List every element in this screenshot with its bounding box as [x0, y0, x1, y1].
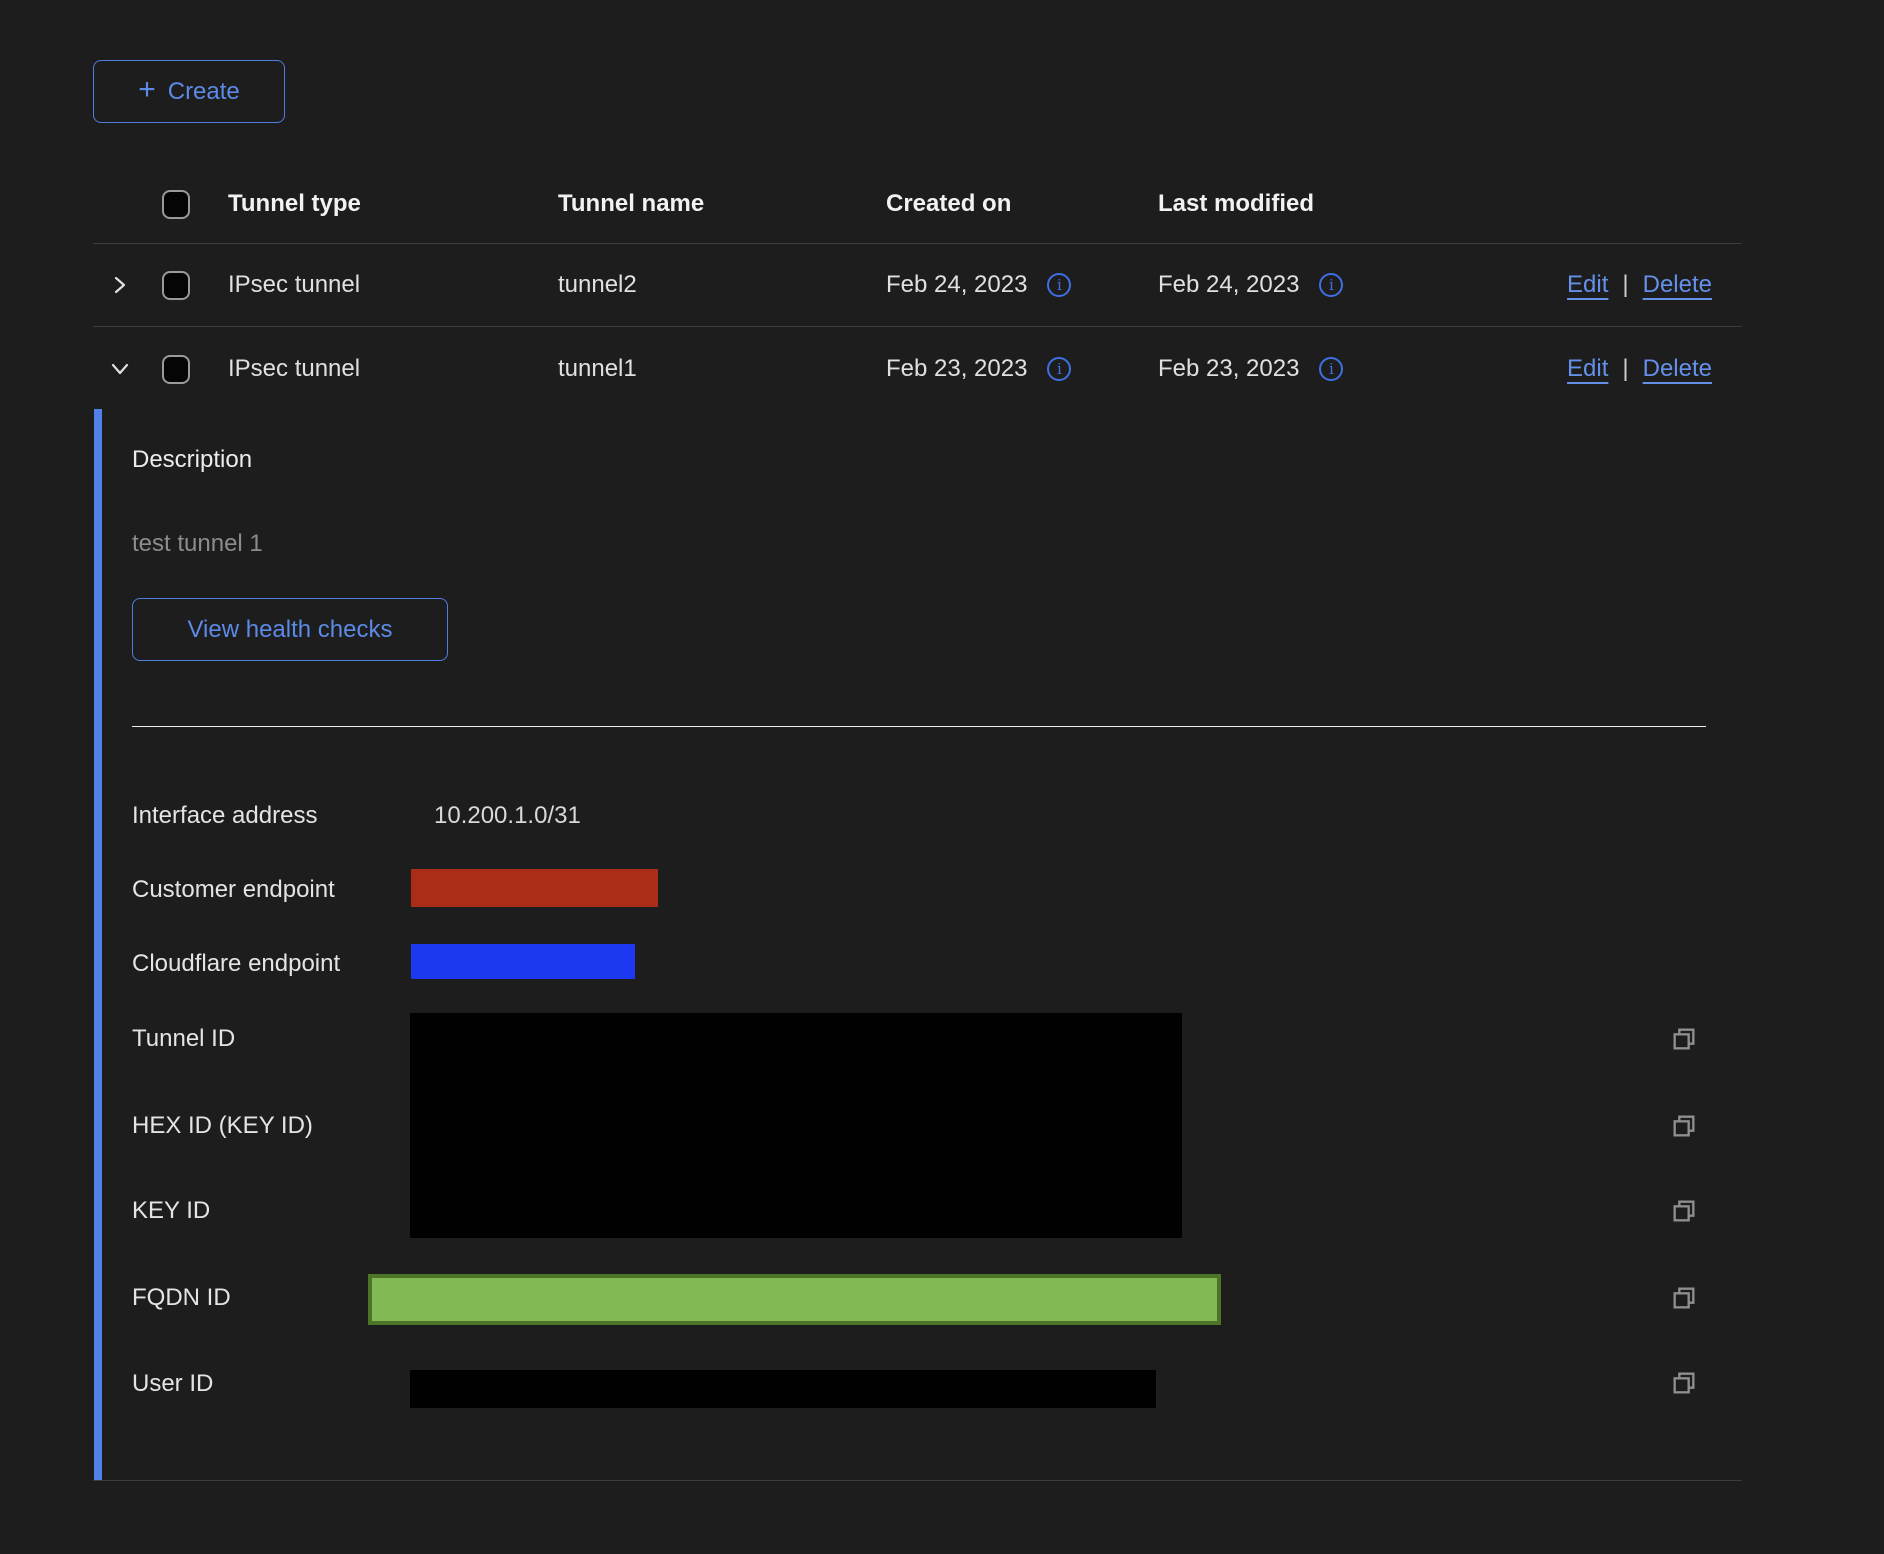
info-icon[interactable]: i — [1047, 273, 1071, 297]
copy-fqdn-id-icon[interactable] — [1670, 1284, 1698, 1312]
edit-link[interactable]: Edit — [1567, 355, 1608, 383]
column-header-tunnel-type: Tunnel type — [222, 190, 552, 218]
section-divider — [132, 726, 1706, 727]
copy-user-id-icon[interactable] — [1670, 1369, 1698, 1397]
edit-link[interactable]: Edit — [1567, 271, 1608, 299]
view-health-checks-button[interactable]: View health checks — [132, 598, 448, 661]
plus-icon: + — [138, 75, 156, 105]
column-header-created-on: Created on — [880, 190, 1152, 218]
interface-address-value: 10.200.1.0/31 — [434, 801, 581, 831]
column-header-tunnel-name: Tunnel name — [552, 190, 880, 218]
delete-link[interactable]: Delete — [1643, 355, 1712, 383]
hex-id-label: HEX ID (KEY ID) — [132, 1111, 313, 1141]
info-icon[interactable]: i — [1047, 357, 1071, 381]
row-checkbox[interactable] — [162, 355, 190, 384]
link-separator: | — [1622, 271, 1628, 299]
tunnels-table: Tunnel type Tunnel name Created on Last … — [93, 165, 1742, 411]
tunnel-type-cell: IPsec tunnel — [222, 271, 552, 299]
last-modified-cell: Feb 24, 2023 — [1158, 271, 1299, 299]
table-row: IPsec tunnel tunnel2 Feb 24, 2023 i Feb … — [93, 244, 1742, 327]
chevron-down-icon[interactable] — [108, 357, 132, 381]
ids-redacted-value — [410, 1013, 1182, 1238]
user-id-label: User ID — [132, 1369, 213, 1399]
copy-key-id-icon[interactable] — [1670, 1197, 1698, 1225]
link-separator: | — [1622, 355, 1628, 383]
tunnel-type-cell: IPsec tunnel — [222, 355, 552, 383]
tunnels-page: + Create Tunnel type Tunnel name Created… — [0, 0, 1884, 1554]
delete-link[interactable]: Delete — [1643, 271, 1712, 299]
user-id-redacted-value — [410, 1370, 1156, 1408]
table-header-row: Tunnel type Tunnel name Created on Last … — [93, 165, 1742, 244]
description-value: test tunnel 1 — [132, 529, 263, 559]
description-label: Description — [132, 445, 252, 475]
fqdn-id-label: FQDN ID — [132, 1283, 231, 1313]
fqdn-id-redacted-value — [368, 1274, 1221, 1325]
chevron-right-icon[interactable] — [108, 273, 132, 297]
info-icon[interactable]: i — [1319, 357, 1343, 381]
tunnel-id-label: Tunnel ID — [132, 1024, 235, 1054]
last-modified-cell: Feb 23, 2023 — [1158, 355, 1299, 383]
row-checkbox[interactable] — [162, 271, 190, 300]
tunnel-name-cell: tunnel2 — [552, 271, 880, 299]
select-all-checkbox[interactable] — [162, 190, 190, 219]
customer-endpoint-label: Customer endpoint — [132, 875, 335, 905]
copy-hex-id-icon[interactable] — [1670, 1112, 1698, 1140]
table-row: IPsec tunnel tunnel1 Feb 23, 2023 i Feb … — [93, 327, 1742, 411]
cloudflare-endpoint-redacted-value — [411, 944, 635, 979]
info-icon[interactable]: i — [1319, 273, 1343, 297]
customer-endpoint-redacted-value — [411, 869, 658, 907]
key-id-label: KEY ID — [132, 1196, 210, 1226]
cloudflare-endpoint-label: Cloudflare endpoint — [132, 949, 340, 979]
created-on-cell: Feb 23, 2023 — [886, 355, 1027, 383]
column-header-last-modified: Last modified — [1152, 190, 1530, 218]
expanded-row-indicator — [94, 409, 102, 1480]
tunnel-details-panel: Description test tunnel 1 View health ch… — [93, 409, 1742, 1481]
interface-address-label: Interface address — [132, 801, 317, 831]
create-button[interactable]: + Create — [93, 60, 285, 123]
create-button-label: Create — [168, 78, 240, 106]
copy-tunnel-id-icon[interactable] — [1670, 1025, 1698, 1053]
created-on-cell: Feb 24, 2023 — [886, 271, 1027, 299]
tunnel-name-cell: tunnel1 — [552, 355, 880, 383]
